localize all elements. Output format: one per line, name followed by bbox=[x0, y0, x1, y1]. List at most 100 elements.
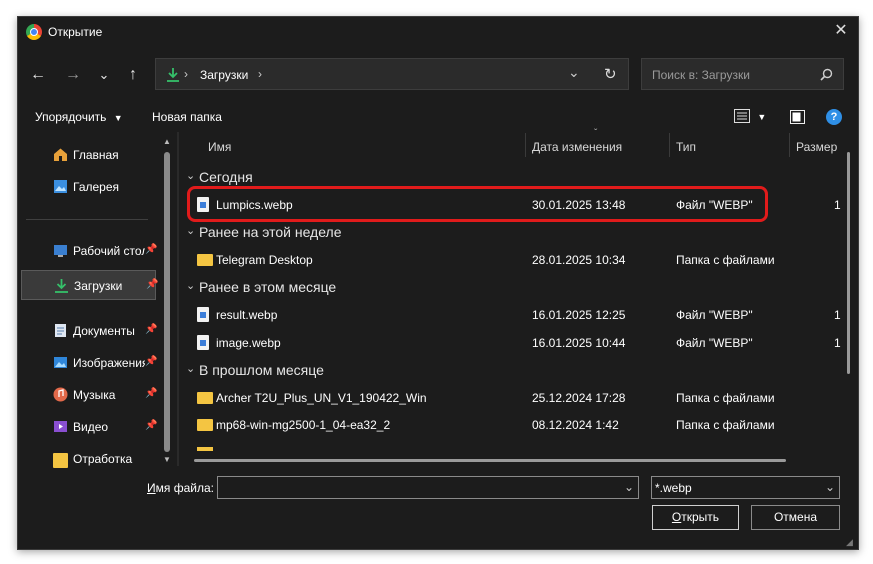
sidebar-item-label: Видео bbox=[73, 420, 109, 434]
pin-icon: 📌 bbox=[145, 420, 158, 431]
resize-grip-icon[interactable]: ◢ bbox=[846, 537, 853, 548]
chevron-down-icon: ⌄ bbox=[186, 280, 196, 292]
file-date: 16.01.2025 12:25 bbox=[532, 308, 626, 322]
filename-label: Имя файла: bbox=[147, 481, 214, 495]
pin-icon: 📌 bbox=[145, 244, 158, 255]
column-header-type[interactable]: Тип bbox=[676, 140, 696, 154]
sidebar-scrollbar[interactable] bbox=[164, 152, 170, 452]
video-icon bbox=[54, 421, 67, 432]
breadcrumb-downloads[interactable]: Загрузки bbox=[200, 68, 248, 82]
forward-button[interactable]: → bbox=[62, 65, 84, 85]
column-header-date[interactable]: Дата изменения bbox=[532, 140, 622, 154]
breadcrumb-separator[interactable]: › bbox=[258, 67, 262, 81]
file-size: 1 bbox=[834, 336, 841, 350]
sidebar-item-label: Документы bbox=[73, 324, 135, 338]
file-name: Telegram Desktop bbox=[216, 253, 313, 267]
file-date: 28.01.2025 10:34 bbox=[532, 253, 626, 267]
sidebar-item-pictures[interactable]: Изображения 📌 bbox=[21, 350, 157, 376]
file-size: 1 bbox=[834, 308, 841, 322]
highlight-frame bbox=[187, 186, 768, 222]
organize-menu[interactable]: Упорядочить ▼ bbox=[35, 110, 123, 124]
file-date: 08.12.2024 1:42 bbox=[532, 418, 619, 432]
refresh-icon[interactable]: ↻ bbox=[604, 65, 617, 83]
sidebar-item-video[interactable]: Видео 📌 bbox=[21, 414, 158, 440]
folder-icon bbox=[197, 419, 213, 431]
file-row[interactable]: image.webp 16.01.2025 10:44 Файл "WEBP" … bbox=[195, 330, 841, 356]
sidebar-item-documents[interactable]: Документы 📌 bbox=[21, 318, 158, 344]
sidebar-item-label: Рабочий стол bbox=[73, 244, 145, 258]
view-options-button[interactable]: ▼ bbox=[734, 109, 766, 126]
group-header[interactable]: ⌄ Ранее на этой неделе bbox=[186, 224, 486, 242]
folder-row[interactable]: mp68-win-mg2500-1_04-ea32_2 08.12.2024 1… bbox=[195, 412, 805, 438]
file-date: 16.01.2025 10:44 bbox=[532, 336, 626, 350]
group-label: Сегодня bbox=[199, 169, 253, 185]
home-icon bbox=[54, 148, 67, 161]
close-button[interactable]: ✕ bbox=[830, 20, 852, 42]
pictures-icon bbox=[54, 357, 67, 368]
sidebar-item-gallery[interactable]: Галерея bbox=[21, 174, 156, 200]
help-icon[interactable]: ? bbox=[826, 109, 842, 125]
group-label: Ранее на этой неделе bbox=[199, 224, 342, 240]
file-name: Archer T2U_Plus_UN_V1_190422_Win bbox=[216, 391, 427, 405]
sidebar-item-desktop[interactable]: Рабочий стол 📌 bbox=[21, 238, 158, 264]
chevron-down-icon: ⌄ bbox=[186, 363, 196, 375]
folder-icon bbox=[197, 447, 213, 451]
file-type-value: *.webp bbox=[655, 481, 692, 495]
column-separator[interactable] bbox=[525, 133, 526, 157]
chevron-down-icon: ▼ bbox=[113, 113, 123, 123]
pin-icon: 📌 bbox=[145, 324, 158, 335]
cancel-button[interactable]: Отмена bbox=[751, 505, 840, 530]
pin-icon: 📌 bbox=[146, 279, 159, 290]
folder-row[interactable]: Telegram Desktop 28.01.2025 10:34 Папка … bbox=[195, 247, 805, 273]
folder-icon bbox=[197, 254, 213, 266]
filename-input[interactable]: ⌄ bbox=[217, 476, 639, 499]
scroll-down-arrow[interactable]: ▼ bbox=[163, 455, 171, 464]
file-list-vertical-scrollbar[interactable] bbox=[847, 152, 850, 374]
column-header-name[interactable]: Имя bbox=[208, 140, 231, 154]
search-placeholder: Поиск в: Загрузки bbox=[652, 68, 750, 82]
up-button[interactable]: ↑ bbox=[122, 65, 144, 85]
folder-icon bbox=[53, 453, 68, 468]
scroll-up-arrow[interactable]: ▲ bbox=[163, 137, 171, 146]
column-separator[interactable] bbox=[789, 133, 790, 157]
sidebar-item-otrabotka[interactable]: Отработка bbox=[21, 446, 156, 472]
file-type: Папка с файлами bbox=[676, 418, 775, 432]
navigation-pane: Главная Галерея Рабочий стол 📌 Загрузки … bbox=[18, 132, 175, 468]
list-view-icon bbox=[734, 109, 750, 123]
file-row[interactable]: result.webp 16.01.2025 12:25 Файл "WEBP"… bbox=[195, 302, 841, 328]
file-size: 1 bbox=[834, 198, 841, 212]
sidebar-item-label: Отработка bbox=[73, 452, 133, 466]
group-header[interactable]: ⌄ Сегодня bbox=[186, 169, 486, 187]
sidebar-item-label: Изображения bbox=[73, 356, 145, 370]
folder-row[interactable]: Archer T2U_Plus_UN_V1_190422_Win 25.12.2… bbox=[195, 385, 805, 411]
search-input[interactable]: Поиск в: Загрузки bbox=[641, 58, 844, 90]
back-button[interactable]: ← bbox=[27, 65, 49, 85]
preview-pane-icon[interactable] bbox=[790, 110, 805, 124]
new-folder-button[interactable]: Новая папка bbox=[152, 110, 222, 124]
column-header-size[interactable]: Размер bbox=[796, 140, 837, 154]
sidebar-item-label: Загрузки bbox=[74, 279, 123, 293]
group-header[interactable]: ⌄ Ранее в этом месяце bbox=[186, 279, 486, 297]
webp-file-icon bbox=[197, 335, 209, 350]
chevron-down-icon: ▼ bbox=[757, 112, 767, 122]
pin-icon: 📌 bbox=[145, 388, 158, 399]
sidebar-item-label: Музыка bbox=[73, 388, 116, 402]
sidebar-item-music[interactable]: Музыка 📌 bbox=[21, 382, 158, 408]
column-separator[interactable] bbox=[669, 133, 670, 157]
sidebar-item-home[interactable]: Главная bbox=[21, 142, 156, 168]
download-icon bbox=[55, 279, 68, 293]
file-list-horizontal-scrollbar[interactable] bbox=[194, 459, 786, 462]
file-type-select[interactable]: *.webp ⌄ bbox=[651, 476, 840, 499]
address-bar[interactable]: › Загрузки › ⌄ ↻ bbox=[155, 58, 629, 90]
recent-locations-button[interactable]: ⌄ bbox=[93, 65, 115, 85]
group-header[interactable]: ⌄ В прошлом месяце bbox=[186, 362, 486, 380]
address-history-dropdown[interactable]: ⌄ bbox=[568, 64, 580, 81]
documents-icon bbox=[55, 324, 66, 337]
sidebar-item-downloads[interactable]: Загрузки 📌 bbox=[21, 270, 159, 300]
file-name: mp68-win-mg2500-1_04-ea32_2 bbox=[216, 418, 391, 432]
organize-label: Упорядочить bbox=[35, 110, 107, 124]
open-file-dialog: Открытие ✕ ← → ⌄ ↑ › Загрузки › ⌄ ↻ Поис… bbox=[17, 16, 859, 550]
download-icon bbox=[167, 68, 179, 82]
open-button[interactable]: Открыть bbox=[652, 505, 739, 530]
folder-icon bbox=[197, 392, 213, 404]
